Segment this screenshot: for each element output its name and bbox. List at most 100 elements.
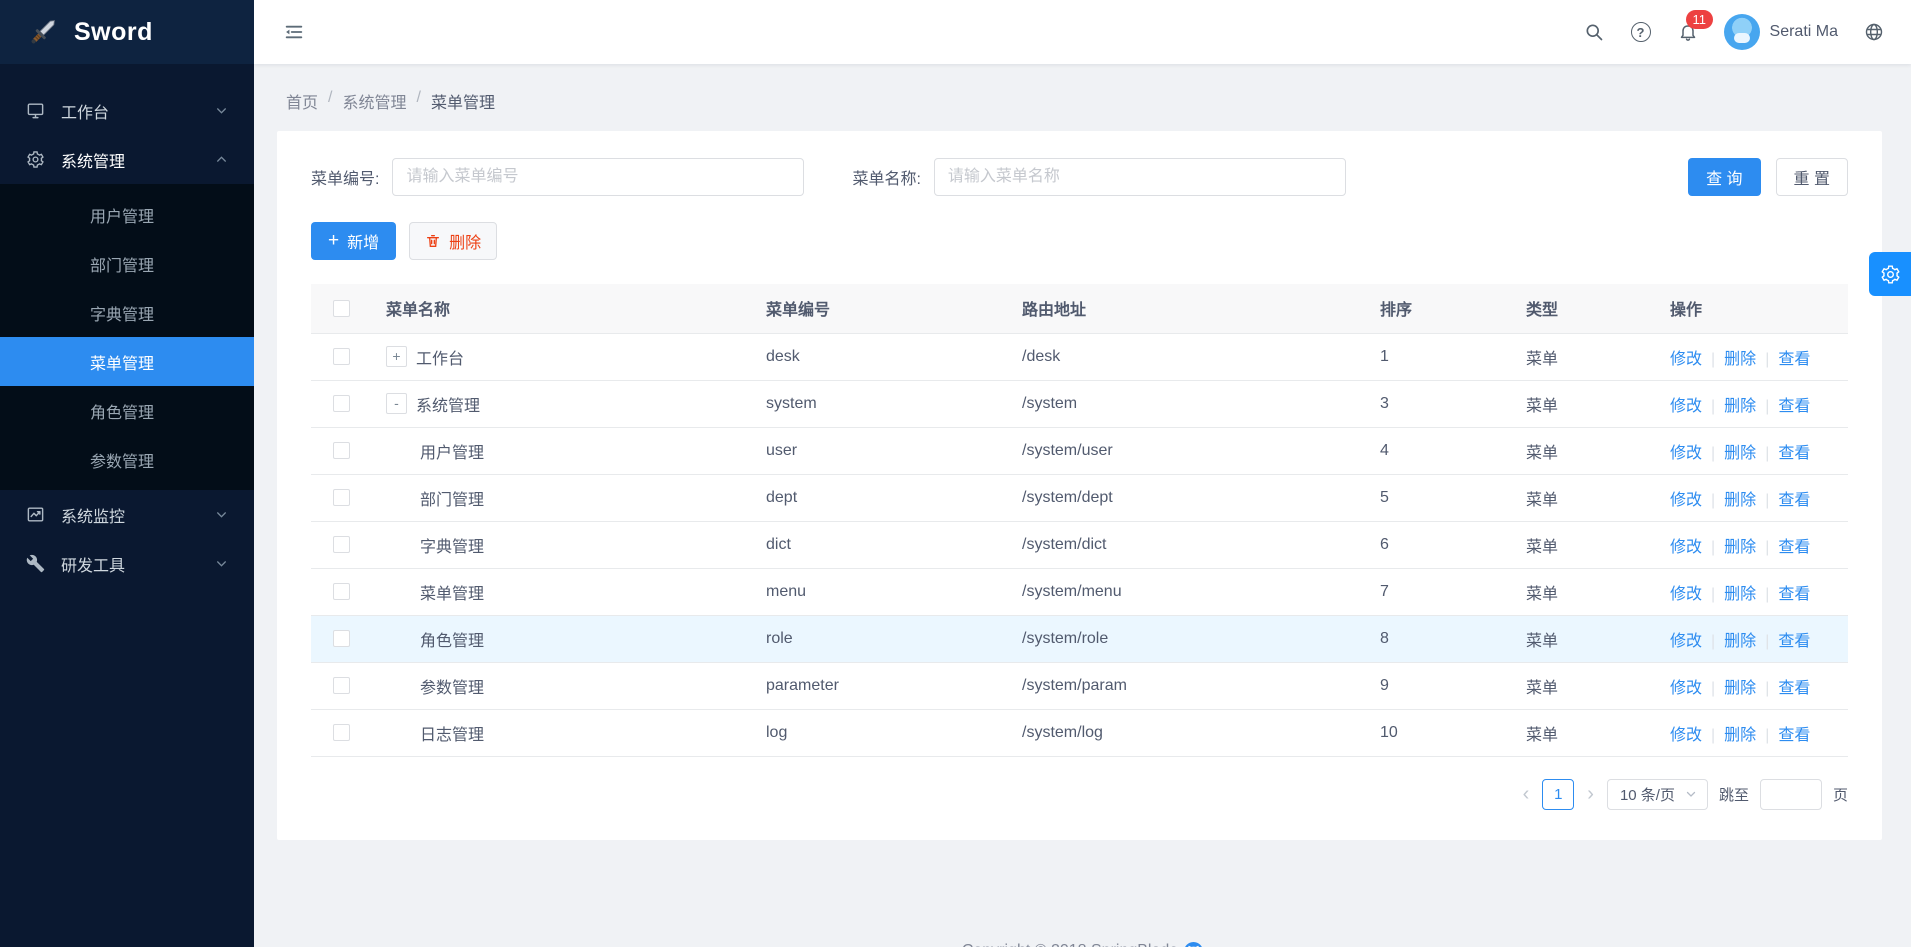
col-sort: 排序	[1380, 284, 1526, 333]
row-checkbox[interactable]	[333, 442, 350, 459]
page-number-button[interactable]: 1	[1542, 779, 1574, 810]
row-checkbox[interactable]	[333, 630, 350, 647]
sort-cell: 6	[1380, 521, 1526, 568]
page-size-select[interactable]: 10 条/页	[1607, 779, 1708, 810]
github-icon[interactable]	[1184, 942, 1203, 947]
edit-link[interactable]: 修改	[1670, 492, 1702, 509]
delete-link[interactable]: 删除	[1724, 586, 1756, 603]
select-all-checkbox[interactable]	[333, 300, 350, 317]
sidebar-subitem-5[interactable]: 参数管理	[0, 435, 254, 484]
jump-page-input[interactable]	[1760, 779, 1822, 810]
expand-toggle[interactable]: +	[386, 346, 407, 367]
settings-flap-button[interactable]	[1869, 252, 1911, 296]
view-link[interactable]: 查看	[1778, 445, 1810, 462]
row-checkbox[interactable]	[333, 395, 350, 412]
breadcrumb-current: 菜单管理	[431, 89, 495, 113]
search-icon[interactable]	[1583, 21, 1605, 43]
desktop-icon	[26, 101, 46, 121]
edit-link[interactable]: 修改	[1670, 351, 1702, 368]
prev-page-button[interactable]: ‹	[1521, 784, 1532, 804]
chevron-down-icon	[215, 557, 228, 570]
sort-cell: 9	[1380, 662, 1526, 709]
edit-link[interactable]: 修改	[1670, 445, 1702, 462]
table-row: 字典管理dict/system/dict6菜单修改|删除|查看	[311, 521, 1848, 568]
breadcrumb-system[interactable]: 系统管理	[342, 89, 406, 113]
type-cell: 菜单	[1526, 615, 1666, 662]
row-checkbox[interactable]	[333, 724, 350, 741]
menu-code-cell: parameter	[766, 662, 1022, 709]
app-logo[interactable]: Sword	[0, 0, 254, 64]
user-name: Serati Ma	[1770, 23, 1838, 41]
sidebar-subitem-4[interactable]: 角色管理	[0, 386, 254, 435]
edit-link[interactable]: 修改	[1670, 633, 1702, 650]
sidebar-item-1[interactable]: 系统管理	[0, 135, 254, 184]
delete-link[interactable]: 删除	[1724, 680, 1756, 697]
route-path-cell: /system/menu	[1022, 568, 1380, 615]
row-checkbox[interactable]	[333, 677, 350, 694]
view-link[interactable]: 查看	[1778, 492, 1810, 509]
sidebar-item-2[interactable]: 系统监控	[0, 490, 254, 539]
globe-icon[interactable]	[1863, 21, 1885, 43]
help-icon[interactable]: ?	[1630, 21, 1652, 43]
add-button[interactable]: + 新增	[311, 222, 396, 260]
menu-code-cell: system	[766, 380, 1022, 427]
chart-icon	[26, 505, 46, 525]
edit-link[interactable]: 修改	[1670, 539, 1702, 556]
edit-link[interactable]: 修改	[1670, 727, 1702, 744]
search-button[interactable]: 查 询	[1688, 158, 1760, 196]
view-link[interactable]: 查看	[1778, 398, 1810, 415]
view-link[interactable]: 查看	[1778, 351, 1810, 368]
sidebar-subitem-0[interactable]: 用户管理	[0, 190, 254, 239]
edit-link[interactable]: 修改	[1670, 398, 1702, 415]
delete-link[interactable]: 删除	[1724, 445, 1756, 462]
delete-link[interactable]: 删除	[1724, 398, 1756, 415]
delete-link[interactable]: 删除	[1724, 492, 1756, 509]
sidebar-subitem-2[interactable]: 字典管理	[0, 288, 254, 337]
reset-button[interactable]: 重 置	[1776, 158, 1848, 196]
delete-link[interactable]: 删除	[1724, 539, 1756, 556]
type-cell: 菜单	[1526, 474, 1666, 521]
menu-fold-icon[interactable]	[280, 18, 308, 46]
view-link[interactable]: 查看	[1778, 727, 1810, 744]
breadcrumb-home[interactable]: 首页	[286, 89, 318, 113]
row-checkbox[interactable]	[333, 536, 350, 553]
row-actions: 修改|删除|查看	[1666, 662, 1848, 709]
sort-cell: 5	[1380, 474, 1526, 521]
avatar	[1724, 14, 1760, 50]
row-checkbox[interactable]	[333, 348, 350, 365]
content-card: 菜单编号: 菜单名称: 查 询 重 置 + 新增 删除	[277, 131, 1882, 840]
row-checkbox[interactable]	[333, 583, 350, 600]
sidebar-subitem-3[interactable]: 菜单管理	[0, 337, 254, 386]
type-cell: 菜单	[1526, 333, 1666, 380]
sidebar-item-0[interactable]: 工作台	[0, 86, 254, 135]
menu-code-cell: dict	[766, 521, 1022, 568]
view-link[interactable]: 查看	[1778, 680, 1810, 697]
table-toolbar: + 新增 删除	[311, 222, 1848, 260]
next-page-button[interactable]: ›	[1585, 784, 1596, 804]
delete-link[interactable]: 删除	[1724, 727, 1756, 744]
edit-link[interactable]: 修改	[1670, 680, 1702, 697]
notification-badge: 11	[1686, 10, 1714, 29]
delete-link[interactable]: 删除	[1724, 633, 1756, 650]
view-link[interactable]: 查看	[1778, 633, 1810, 650]
bell-icon[interactable]: 11	[1677, 21, 1699, 43]
sort-cell: 3	[1380, 380, 1526, 427]
delete-link[interactable]: 删除	[1724, 351, 1756, 368]
expand-toggle[interactable]: -	[386, 393, 407, 414]
menu-code-input[interactable]	[392, 158, 804, 196]
row-checkbox[interactable]	[333, 489, 350, 506]
sort-cell: 7	[1380, 568, 1526, 615]
route-path-cell: /system/dict	[1022, 521, 1380, 568]
menu-name-input[interactable]	[934, 158, 1346, 196]
sidebar: Sword 工作台系统管理用户管理部门管理字典管理菜单管理角色管理参数管理系统监…	[0, 0, 254, 947]
breadcrumb: 首页 / 系统管理 / 菜单管理	[254, 64, 1911, 113]
sidebar-subitem-1[interactable]: 部门管理	[0, 239, 254, 288]
sidebar-item-label: 系统管理	[61, 148, 125, 172]
menu-name-cell: 角色管理	[420, 627, 484, 651]
edit-link[interactable]: 修改	[1670, 586, 1702, 603]
user-menu[interactable]: Serati Ma	[1724, 14, 1838, 50]
view-link[interactable]: 查看	[1778, 586, 1810, 603]
delete-button[interactable]: 删除	[409, 222, 497, 260]
view-link[interactable]: 查看	[1778, 539, 1810, 556]
sidebar-item-3[interactable]: 研发工具	[0, 539, 254, 588]
